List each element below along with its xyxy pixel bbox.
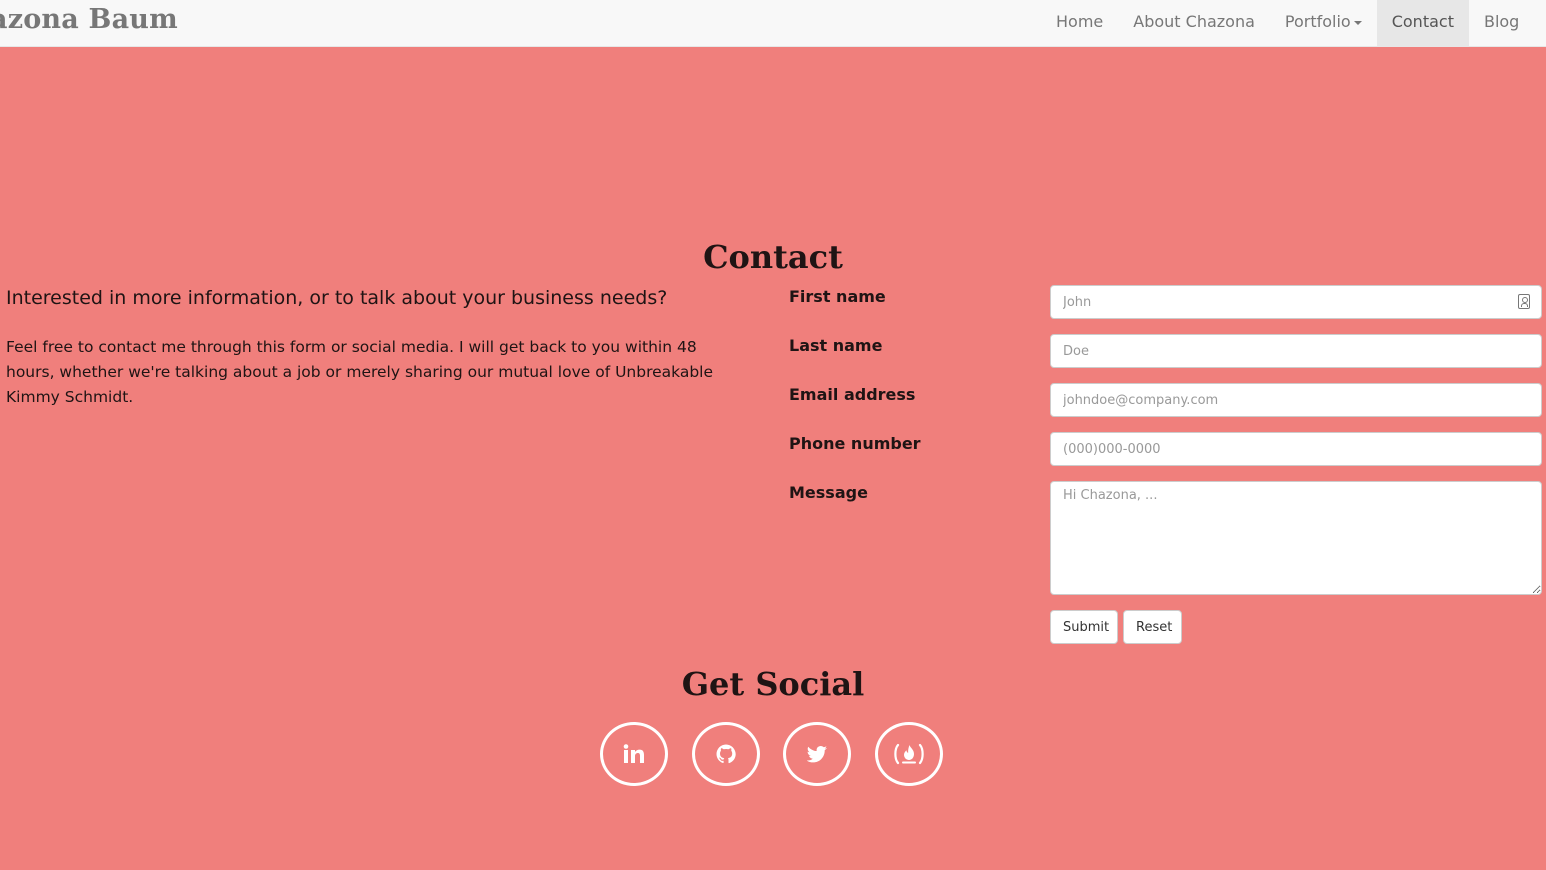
github-icon — [716, 744, 736, 764]
intro-heading: Interested in more information, or to ta… — [6, 287, 668, 309]
nav-item-es[interactable]: Es — [1534, 0, 1546, 46]
email-label: Email address — [789, 385, 916, 404]
caret-down-icon — [1353, 20, 1362, 25]
linkedin-link[interactable] — [600, 722, 668, 786]
first-name-input[interactable] — [1050, 285, 1542, 319]
email-input[interactable] — [1050, 383, 1542, 417]
freecodecamp-link[interactable] — [875, 722, 943, 786]
nav-item-home[interactable]: Home — [1041, 0, 1118, 46]
message-textarea[interactable] — [1050, 481, 1542, 595]
twitter-icon — [807, 745, 827, 763]
phone-label: Phone number — [789, 434, 921, 453]
nav-menu: Home About Chazona Portfolio Contact Blo… — [1041, 0, 1546, 46]
social-title: Get Social — [681, 665, 865, 703]
linkedin-icon — [623, 744, 645, 764]
nav-item-about[interactable]: About Chazona — [1118, 0, 1270, 46]
site-brand[interactable]: azona Baum — [0, 4, 178, 35]
phone-input[interactable] — [1050, 432, 1542, 466]
first-name-label: First name — [789, 287, 886, 306]
contact-card-icon[interactable] — [1518, 294, 1530, 309]
twitter-link[interactable] — [783, 722, 851, 786]
nav-item-contact[interactable]: Contact — [1376, 0, 1469, 46]
freecodecamp-icon — [893, 743, 925, 765]
nav-item-portfolio[interactable]: Portfolio — [1270, 0, 1377, 46]
intro-text: Feel free to contact me through this for… — [6, 338, 714, 406]
reset-button[interactable]: Reset — [1123, 610, 1182, 644]
github-link[interactable] — [692, 722, 760, 786]
message-label: Message — [789, 483, 868, 502]
navbar: azona Baum Home About Chazona Portfolio … — [0, 0, 1546, 47]
contact-title: Contact — [703, 238, 843, 276]
last-name-label: Last name — [789, 336, 883, 355]
submit-button[interactable]: Submit — [1050, 610, 1118, 644]
last-name-input[interactable] — [1050, 334, 1542, 368]
nav-item-blog[interactable]: Blog — [1469, 0, 1534, 46]
nav-item-portfolio-label: Portfolio — [1284, 12, 1351, 31]
